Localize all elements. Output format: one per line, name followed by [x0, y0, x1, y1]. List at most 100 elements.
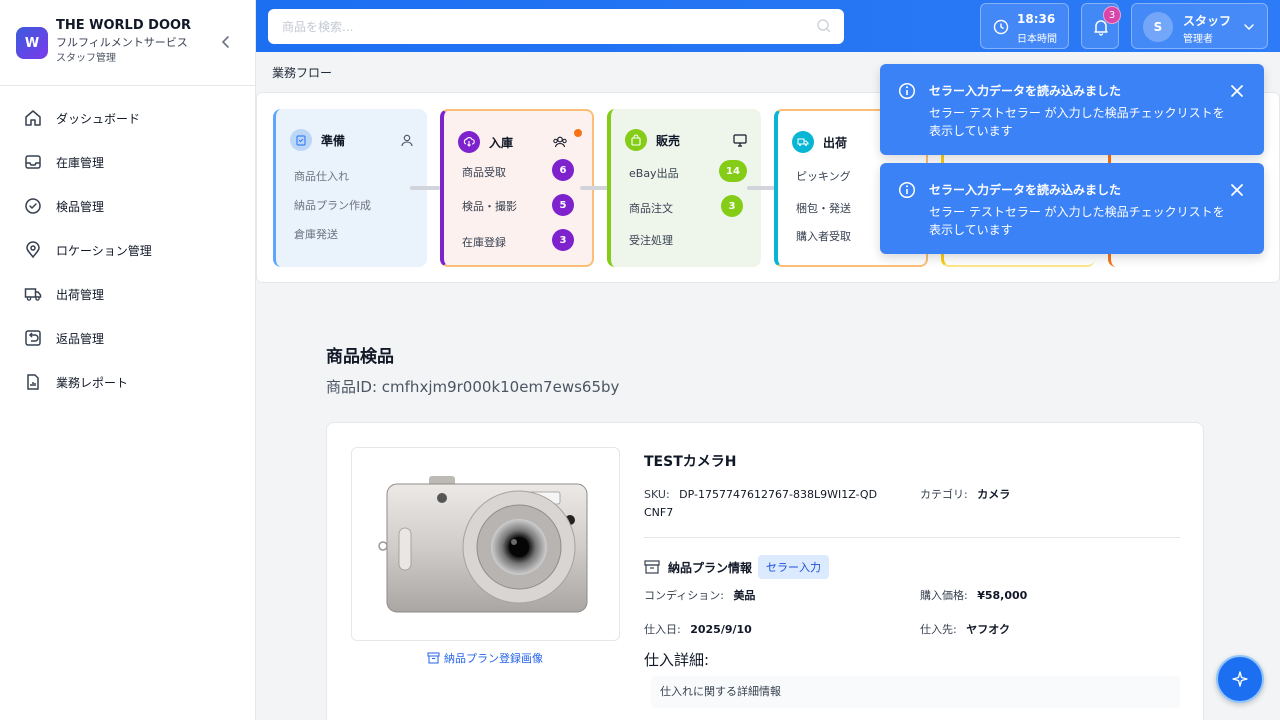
sparkle-icon	[1232, 671, 1248, 687]
user-name: スタッフ	[1183, 14, 1232, 28]
close-icon[interactable]	[1230, 84, 1244, 101]
purchase-date-field: 仕入日: 2025/9/10	[644, 621, 752, 639]
sidebar-item-label: 検品管理	[56, 199, 105, 214]
stage-row: 購入者受取	[796, 230, 851, 243]
sidebar-item-label: 返品管理	[56, 331, 105, 346]
product-id: 商品ID: cmfhxjm9r000k10em7ews65by	[326, 378, 620, 396]
stage-row: 梱包・発送	[796, 202, 851, 215]
count-badge: 5	[552, 194, 574, 216]
divider	[644, 537, 1180, 538]
toast-body: セラー テストセラー が入力した検品チェックリストを表示しています	[929, 205, 1225, 237]
sidebar-nav: ダッシュボード 在庫管理 検品管理 ロケーション管理 出荷管理 返品管理 業務レ…	[0, 96, 256, 404]
brand-text: THE WORLD DOOR フルフィルメントサービス スタッフ管理	[56, 18, 191, 66]
stage-row: 検品・撮影	[462, 200, 517, 213]
seller-input-badge: セラー入力	[758, 555, 830, 579]
assistant-fab-button[interactable]	[1216, 655, 1264, 703]
sku-field: SKU: DP-1757747612767-838L9WI1Z-QDCNF7	[644, 486, 884, 522]
count-badge: 3	[721, 195, 743, 217]
stage-row: 倉庫発送	[294, 228, 338, 241]
plan-image-link[interactable]: 納品プラン登録画像	[427, 650, 543, 666]
condition-label: コンディション:	[644, 589, 724, 602]
category-label: カテゴリ:	[920, 488, 968, 501]
info-icon	[898, 181, 916, 202]
product-card: 納品プラン登録画像 TESTカメラH SKU: DP-1757747612767…	[326, 422, 1204, 720]
users-icon	[552, 136, 568, 151]
stage-header: 入庫	[458, 131, 513, 153]
plan-info-title: 納品プラン情報	[668, 560, 753, 575]
truck-icon	[24, 285, 42, 303]
search-input[interactable]	[268, 9, 844, 44]
check-circle-icon	[24, 197, 42, 215]
sidebar-item-label: 出荷管理	[56, 287, 105, 302]
sku-value: DP-1757747612767-838L9WI1Z-QDCNF7	[644, 488, 878, 519]
notification-count-badge: 3	[1103, 6, 1121, 24]
supplier-value: ヤフオク	[966, 623, 1010, 636]
time-value: 18:36	[1017, 12, 1056, 26]
camera-image	[378, 476, 588, 613]
notifications-button[interactable]: 3	[1081, 3, 1121, 49]
brand-role: スタッフ管理	[56, 53, 116, 64]
stage-header: 準備	[290, 129, 345, 151]
sidebar-item-label: 在庫管理	[56, 155, 105, 170]
sidebar-item-shipping[interactable]: 出荷管理	[0, 272, 256, 316]
category-field: カテゴリ: カメラ	[920, 486, 1010, 504]
home-icon	[24, 109, 42, 127]
sidebar-item-returns[interactable]: 返品管理	[0, 316, 256, 360]
info-icon	[898, 82, 916, 103]
sidebar-item-label: 業務レポート	[56, 375, 129, 390]
stage-header: 販売	[625, 129, 680, 151]
sidebar: W THE WORLD DOOR フルフィルメントサービス スタッフ管理 ダッシ…	[0, 0, 256, 720]
supplier-field: 仕入先: ヤフオク	[920, 621, 1010, 639]
purchase-date-value: 2025/9/10	[690, 623, 752, 636]
sidebar-item-dashboard[interactable]: ダッシュボード	[0, 96, 256, 140]
stage-sales[interactable]: 販売 eBay出品 14 商品注文 3 受注処理	[607, 109, 761, 267]
toast-body: セラー テストセラー が入力した検品チェックリストを表示しています	[929, 106, 1225, 138]
flow-connector	[410, 186, 440, 190]
stage-row: 商品注文	[629, 202, 673, 215]
archive-icon	[644, 560, 660, 574]
flow-connector	[580, 186, 610, 190]
stage-row: 商品仕入れ	[294, 170, 349, 183]
page-title: 商品検品	[326, 347, 394, 367]
stage-row: 商品受取	[462, 166, 506, 179]
sidebar-item-inspection[interactable]: 検品管理	[0, 184, 256, 228]
stage-name: 出荷	[823, 135, 848, 150]
close-icon[interactable]	[1230, 183, 1244, 200]
stage-row: 在庫登録	[462, 236, 506, 249]
category-value: カメラ	[977, 488, 1011, 501]
clipboard-icon	[290, 129, 312, 151]
top-header: 18:36 日本時間 3 S スタッフ 管理者	[256, 0, 1280, 52]
toast-notification: セラー入力データを読み込みました セラー テストセラー が入力した検品チェックリ…	[880, 163, 1264, 254]
count-badge: 6	[552, 159, 574, 181]
sidebar-collapse-button[interactable]	[218, 34, 234, 50]
toast-title: セラー入力データを読み込みました	[929, 183, 1122, 197]
brand-header: W THE WORLD DOOR フルフィルメントサービス スタッフ管理	[0, 0, 255, 86]
condition-field: コンディション: 美品	[644, 587, 755, 605]
user-menu-button[interactable]: S スタッフ 管理者	[1131, 3, 1268, 49]
flow-connector	[747, 186, 777, 190]
stage-receive[interactable]: 入庫 商品受取 6 検品・撮影 5 在庫登録 3	[440, 109, 594, 267]
monitor-icon	[733, 134, 747, 150]
product-photo[interactable]	[351, 447, 620, 641]
sidebar-item-inventory[interactable]: 在庫管理	[0, 140, 256, 184]
stage-row: ピッキング	[796, 170, 851, 183]
user-icon	[401, 134, 413, 150]
avatar: S	[1143, 12, 1173, 42]
return-icon	[24, 329, 42, 347]
search-icon[interactable]	[816, 18, 832, 37]
sidebar-item-location[interactable]: ロケーション管理	[0, 228, 256, 272]
stage-prep[interactable]: 準備 商品仕入れ 納品プラン作成 倉庫発送	[273, 109, 427, 267]
plan-info-header: 納品プラン情報 セラー入力	[644, 555, 830, 579]
inbox-icon	[24, 153, 42, 171]
count-badge: 3	[552, 229, 574, 251]
sidebar-item-reports[interactable]: 業務レポート	[0, 360, 256, 404]
price-value: ¥58,000	[977, 589, 1028, 602]
stage-name: 入庫	[489, 135, 514, 150]
stage-row: 受注処理	[629, 234, 673, 247]
purchase-date-label: 仕入日:	[644, 623, 681, 636]
archive-icon	[427, 652, 440, 664]
stage-row: 納品プラン作成	[294, 199, 371, 212]
clock-icon	[993, 19, 1009, 38]
chevron-down-icon	[1242, 20, 1256, 37]
price-label: 購入価格:	[920, 589, 968, 602]
